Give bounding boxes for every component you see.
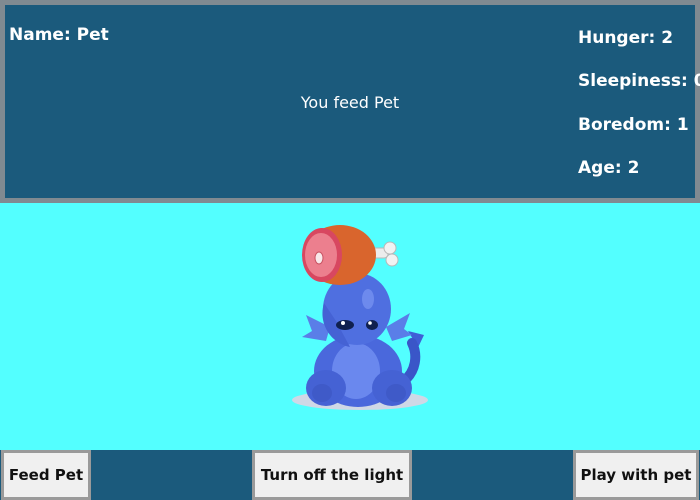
toggle-light-button[interactable]: Turn off the light	[252, 450, 412, 500]
meat-icon	[302, 225, 399, 285]
feed-pet-button[interactable]: Feed Pet	[1, 450, 91, 500]
status-panel: Name: Pet You feed Pet Hunger: 2 Sleepin…	[0, 0, 700, 203]
pet-illustration	[292, 225, 428, 410]
pet-scene	[0, 203, 700, 450]
pet-name-label: Name: Pet	[9, 25, 109, 45]
sleepiness-stat: Sleepiness: 0	[578, 71, 700, 91]
hunger-stat: Hunger: 2	[578, 28, 674, 48]
pet-character	[302, 273, 424, 407]
boredom-stat: Boredom: 1	[578, 115, 689, 135]
status-message: You feed Pet	[300, 93, 400, 112]
play-with-pet-button[interactable]: Play with pet	[573, 450, 699, 500]
age-stat: Age: 2	[578, 158, 640, 178]
